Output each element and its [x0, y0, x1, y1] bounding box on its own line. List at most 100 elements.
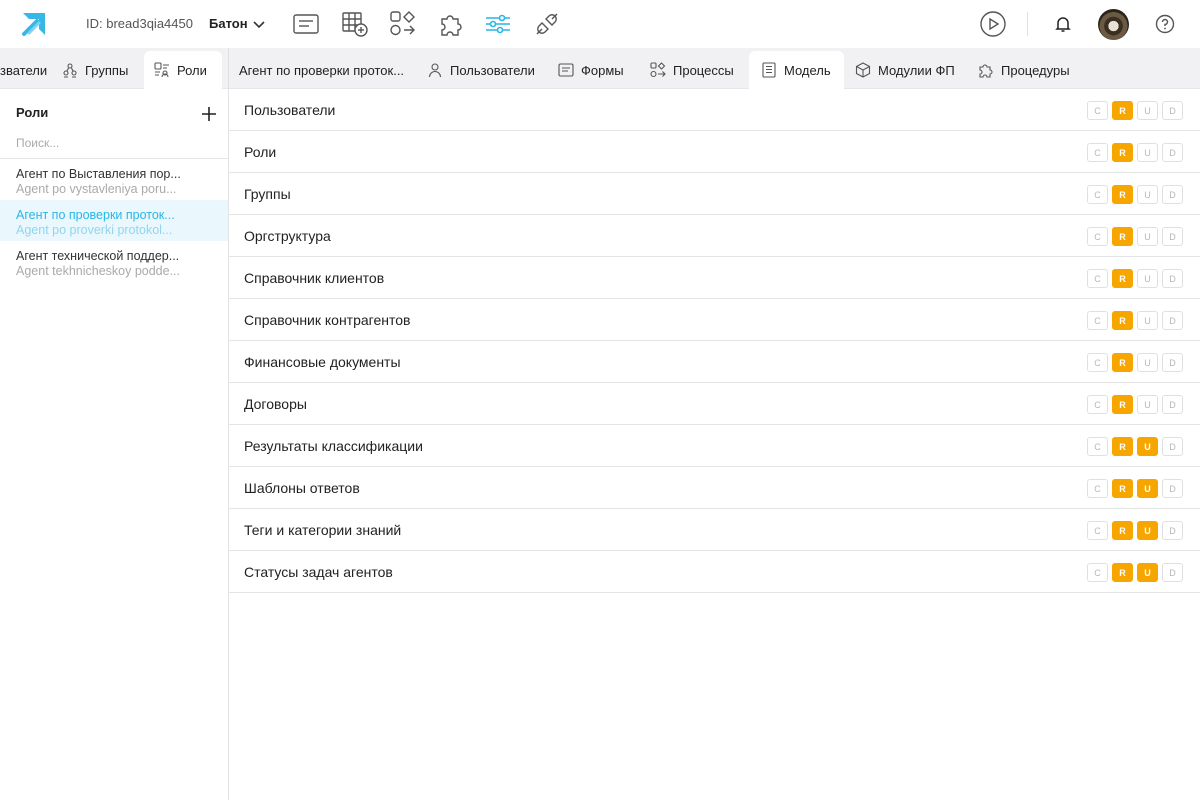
- permission-update-toggle[interactable]: U: [1137, 101, 1158, 120]
- permission-read-toggle[interactable]: R: [1112, 563, 1133, 582]
- permission-create-toggle[interactable]: C: [1087, 185, 1108, 204]
- permission-update-toggle[interactable]: U: [1137, 521, 1158, 540]
- permission-create-toggle[interactable]: C: [1087, 269, 1108, 288]
- permission-update-toggle[interactable]: U: [1137, 143, 1158, 162]
- user-avatar[interactable]: [1098, 9, 1129, 40]
- permission-delete-toggle[interactable]: D: [1162, 521, 1183, 540]
- entity-row[interactable]: Финансовые документы C R U D: [229, 341, 1200, 383]
- permission-read-toggle[interactable]: R: [1112, 395, 1133, 414]
- tab-users[interactable]: Пользователи: [427, 51, 539, 89]
- permission-delete-toggle[interactable]: D: [1162, 269, 1183, 288]
- permission-read-toggle[interactable]: R: [1112, 101, 1133, 120]
- permission-update-toggle[interactable]: U: [1137, 395, 1158, 414]
- puzzle-icon: [978, 62, 994, 78]
- entity-row[interactable]: Договоры C R U D: [229, 383, 1200, 425]
- app-id-label: ID: bread3qia4450: [86, 16, 193, 31]
- add-role-icon[interactable]: [200, 105, 218, 123]
- entity-row[interactable]: Шаблоны ответов C R U D: [229, 467, 1200, 509]
- permission-create-toggle[interactable]: C: [1087, 227, 1108, 246]
- tab-label: зватели: [0, 62, 48, 78]
- permission-delete-toggle[interactable]: D: [1162, 101, 1183, 120]
- tab-procedures[interactable]: Процедуры: [978, 51, 1083, 89]
- permission-read-toggle[interactable]: R: [1112, 311, 1133, 330]
- forms-tool-icon[interactable]: [292, 10, 320, 38]
- tab-fp-modules[interactable]: Модулии ФП: [855, 51, 965, 89]
- permission-update-toggle[interactable]: U: [1137, 437, 1158, 456]
- permission-read-toggle[interactable]: R: [1112, 437, 1133, 456]
- permission-delete-toggle[interactable]: D: [1162, 143, 1183, 162]
- permission-delete-toggle[interactable]: D: [1162, 395, 1183, 414]
- permission-delete-toggle[interactable]: D: [1162, 227, 1183, 246]
- permission-read-toggle[interactable]: R: [1112, 479, 1133, 498]
- permission-read-toggle[interactable]: R: [1112, 353, 1133, 372]
- permission-create-toggle[interactable]: C: [1087, 395, 1108, 414]
- entity-row[interactable]: Теги и категории знаний C R U D: [229, 509, 1200, 551]
- entity-name: Справочник контрагентов: [244, 312, 411, 328]
- tab-current-role[interactable]: Агент по проверки проток...: [239, 51, 411, 89]
- permission-create-toggle[interactable]: C: [1087, 563, 1108, 582]
- permission-update-toggle[interactable]: U: [1137, 353, 1158, 372]
- permission-read-toggle[interactable]: R: [1112, 227, 1133, 246]
- module-icon: [855, 62, 871, 78]
- role-list-item-selected[interactable]: Агент по проверки проток... Agent po pro…: [0, 200, 228, 241]
- permission-update-toggle[interactable]: U: [1137, 269, 1158, 288]
- integration-plug-icon[interactable]: [533, 10, 561, 38]
- permission-delete-toggle[interactable]: D: [1162, 437, 1183, 456]
- permission-update-toggle[interactable]: U: [1137, 479, 1158, 498]
- plugins-tool-icon[interactable]: [437, 10, 465, 38]
- tab-roles[interactable]: Роли: [144, 51, 222, 89]
- tab-users-left[interactable]: зватели: [0, 51, 52, 89]
- entity-row[interactable]: Статусы задач агентов C R U D: [229, 551, 1200, 593]
- chevron-down-icon[interactable]: [252, 17, 266, 31]
- role-code: Agent tekhnicheskoy podde...: [16, 264, 181, 278]
- permission-read-toggle[interactable]: R: [1112, 269, 1133, 288]
- role-list-item[interactable]: Агент по Выставления пор... Agent po vys…: [0, 159, 228, 200]
- tab-forms[interactable]: Формы: [558, 51, 630, 89]
- permission-update-toggle[interactable]: U: [1137, 227, 1158, 246]
- sidebar-title: Роли: [16, 105, 49, 120]
- permission-create-toggle[interactable]: C: [1087, 479, 1108, 498]
- entity-row[interactable]: Справочник контрагентов C R U D: [229, 299, 1200, 341]
- help-icon[interactable]: [1155, 14, 1175, 34]
- permission-read-toggle[interactable]: R: [1112, 143, 1133, 162]
- role-search-input[interactable]: [16, 134, 216, 152]
- permission-update-toggle[interactable]: U: [1137, 185, 1158, 204]
- permission-create-toggle[interactable]: C: [1087, 437, 1108, 456]
- permission-update-toggle[interactable]: U: [1137, 311, 1158, 330]
- permission-delete-toggle[interactable]: D: [1162, 311, 1183, 330]
- entity-row[interactable]: Результаты классификации C R U D: [229, 425, 1200, 467]
- permission-read-toggle[interactable]: R: [1112, 521, 1133, 540]
- crud-toggle-group: CRUD: [1087, 101, 1183, 120]
- app-logo-icon[interactable]: [20, 10, 48, 38]
- tab-model[interactable]: Модель: [749, 51, 844, 89]
- crud-toggle-group: CRUD: [1087, 185, 1183, 204]
- crud-toggle-group: CRUD: [1087, 311, 1183, 330]
- permission-create-toggle[interactable]: C: [1087, 521, 1108, 540]
- processes-tool-icon[interactable]: [389, 10, 417, 38]
- process-icon: [650, 62, 666, 78]
- permission-create-toggle[interactable]: C: [1087, 101, 1108, 120]
- run-play-icon[interactable]: [979, 10, 1007, 38]
- tab-processes[interactable]: Процессы: [650, 51, 740, 89]
- entity-row[interactable]: Группы C R U D: [229, 173, 1200, 215]
- permission-delete-toggle[interactable]: D: [1162, 185, 1183, 204]
- table-add-tool-icon[interactable]: [341, 10, 369, 38]
- permission-delete-toggle[interactable]: D: [1162, 563, 1183, 582]
- notifications-bell-icon[interactable]: [1053, 14, 1073, 34]
- entity-row[interactable]: Справочник клиентов C R U D: [229, 257, 1200, 299]
- entity-row[interactable]: Пользователи C R U D: [229, 89, 1200, 131]
- permission-delete-toggle[interactable]: D: [1162, 353, 1183, 372]
- settings-sliders-icon[interactable]: [484, 10, 512, 38]
- entity-row[interactable]: Оргструктура C R U D: [229, 215, 1200, 257]
- permission-create-toggle[interactable]: C: [1087, 353, 1108, 372]
- permission-delete-toggle[interactable]: D: [1162, 479, 1183, 498]
- permission-create-toggle[interactable]: C: [1087, 311, 1108, 330]
- workspace-selector[interactable]: Батон: [209, 16, 248, 31]
- entity-row[interactable]: Роли C R U D: [229, 131, 1200, 173]
- entity-name: Группы: [244, 186, 291, 202]
- role-list-item[interactable]: Агент технической поддер... Agent tekhni…: [0, 241, 228, 282]
- permission-update-toggle[interactable]: U: [1137, 563, 1158, 582]
- tab-groups[interactable]: Группы: [62, 51, 140, 89]
- permission-create-toggle[interactable]: C: [1087, 143, 1108, 162]
- permission-read-toggle[interactable]: R: [1112, 185, 1133, 204]
